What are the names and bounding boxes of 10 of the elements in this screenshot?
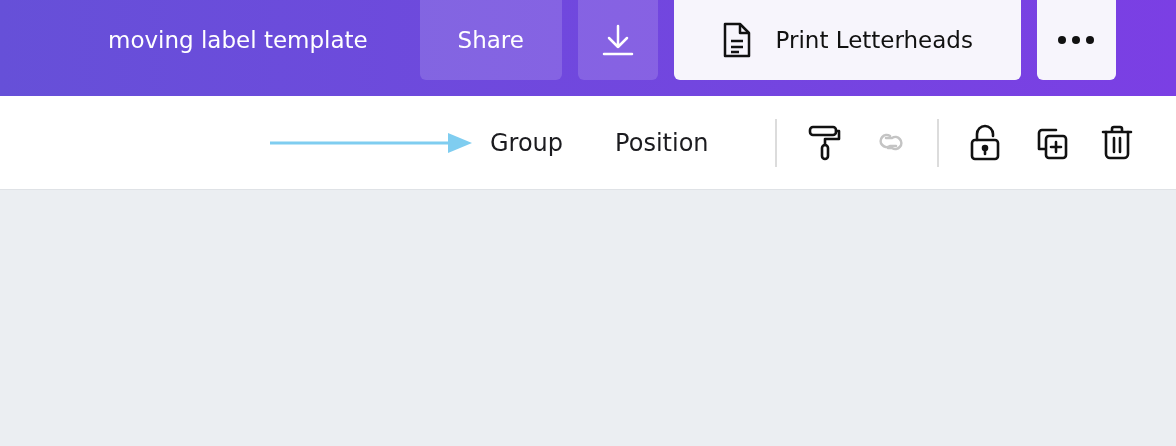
- position-button[interactable]: Position: [615, 128, 709, 157]
- document-icon: [721, 21, 752, 59]
- group-button[interactable]: Group: [490, 128, 564, 157]
- document-title[interactable]: moving label template: [108, 0, 368, 80]
- more-icon: [1057, 35, 1096, 45]
- download-button[interactable]: [577, 0, 658, 80]
- print-letterheads-button[interactable]: Print Letterheads: [673, 0, 1021, 80]
- more-button[interactable]: [1036, 0, 1116, 80]
- share-button[interactable]: Share: [419, 0, 562, 80]
- download-icon: [600, 23, 635, 57]
